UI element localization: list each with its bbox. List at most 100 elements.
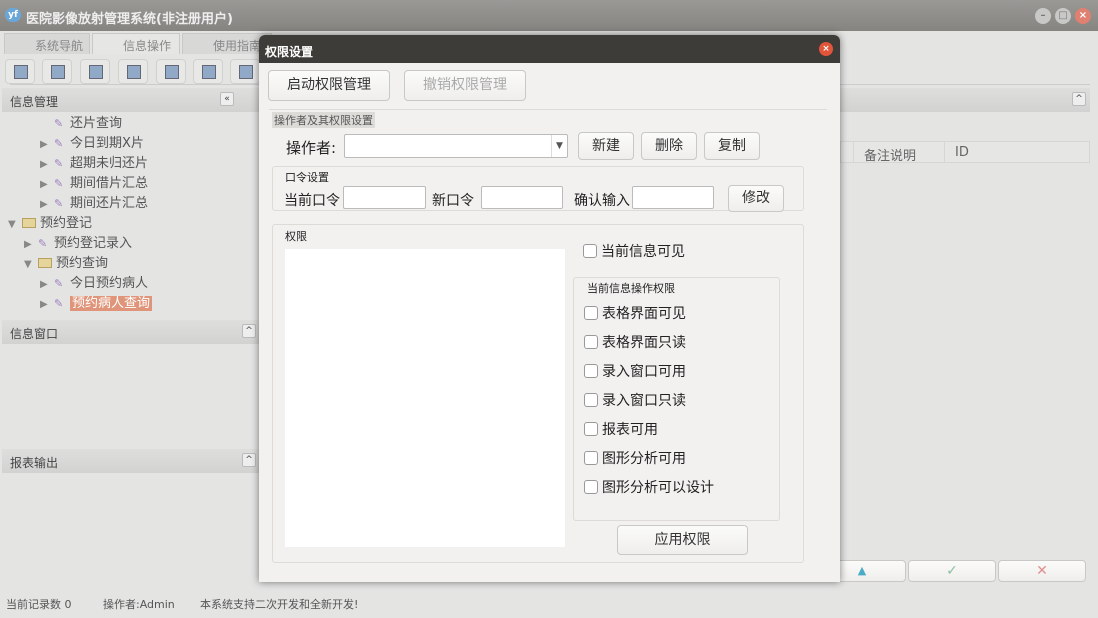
operator-group-label: 操作者及其权限设置 <box>272 112 375 128</box>
checkbox-box <box>584 422 598 436</box>
search-tool-button[interactable] <box>5 59 35 84</box>
revoke-permission-button[interactable]: 撤销权限管理 <box>404 70 526 101</box>
checkbox-box <box>584 451 598 465</box>
expand-right-icon[interactable]: ▶ <box>40 139 54 150</box>
tree-item-label: 今日预约病人 <box>70 276 149 291</box>
chevron-down-icon[interactable]: ▼ <box>551 135 567 157</box>
tree-item[interactable]: ▶ ✎ 期间还片汇总 <box>8 192 260 212</box>
tree-item[interactable]: ✎ 还片查询 <box>8 112 260 132</box>
checkbox-box <box>584 480 598 494</box>
permission-dialog: 权限设置 × 启动权限管理 撤销权限管理 操作者及其权限设置 操作者: ▼ 新建 … <box>259 35 840 582</box>
tab-system-nav[interactable]: 系统导航 <box>4 33 90 54</box>
op-permission-checkbox[interactable]: 录入窗口只读 <box>584 390 714 419</box>
tree-item-label: 预约查询 <box>56 256 109 271</box>
minimize-button[interactable]: – <box>1035 8 1051 24</box>
confirm-password-label: 确认输入 <box>574 193 630 209</box>
op-permission-checkbox[interactable]: 报表可用 <box>584 419 714 448</box>
cancel-button[interactable]: ✕ <box>998 560 1086 582</box>
tree-item[interactable]: ▶ ✎ 期间借片汇总 <box>8 172 260 192</box>
current-info-visible-checkbox[interactable]: 当前信息可见 <box>583 241 685 261</box>
export-tool-button[interactable] <box>193 59 223 84</box>
tool-icon: ✎ <box>54 117 64 130</box>
app-logo-icon: yf <box>5 8 21 22</box>
checkbox-box <box>583 244 597 258</box>
tree-item[interactable]: ▶ ✎ 预约登记录入 <box>8 232 260 252</box>
apply-permission-button[interactable]: 应用权限 <box>617 525 748 555</box>
tree-item[interactable]: ▶ ✎ 预约病人查询 <box>8 292 260 312</box>
expand-down-icon[interactable]: ▼ <box>8 219 22 230</box>
record-count: 当前记录数 0 <box>6 598 72 611</box>
delete-operator-button[interactable]: 删除 <box>641 132 697 160</box>
expand-right-icon[interactable]: ▶ <box>40 179 54 190</box>
tree-item-label: 期间还片汇总 <box>70 196 149 211</box>
column-id[interactable]: ID <box>955 145 969 160</box>
tab-label: 信息操作 <box>123 39 172 53</box>
expand-down-icon[interactable]: ▼ <box>24 259 38 270</box>
collapse-icon[interactable]: ^ <box>242 324 256 338</box>
collapse-left-icon[interactable]: « <box>220 92 234 106</box>
copy-operator-button[interactable]: 复制 <box>704 132 760 160</box>
search-icon <box>14 65 28 79</box>
permission-list[interactable] <box>285 249 565 547</box>
dialog-close-button[interactable]: × <box>819 42 833 56</box>
checkbox-label: 当前信息可见 <box>601 244 685 260</box>
current-password-input[interactable] <box>343 186 426 209</box>
op-permission-checkbox[interactable]: 图形分析可以设计 <box>584 477 714 506</box>
tree-item[interactable]: ▼ 预约登记 <box>8 212 260 232</box>
current-password-label: 当前口令 <box>284 193 340 209</box>
new-operator-button[interactable]: 新建 <box>578 132 634 160</box>
dialog-title-bar: 权限设置 × <box>259 35 840 63</box>
op-permission-checkbox[interactable]: 图形分析可用 <box>584 448 714 477</box>
checkbox-label: 图形分析可以设计 <box>602 480 714 496</box>
expand-right-icon[interactable]: ▶ <box>40 299 54 310</box>
confirm-button[interactable]: ✓ <box>908 560 996 582</box>
folder-icon <box>22 218 36 228</box>
checkbox-label: 录入窗口只读 <box>602 393 686 409</box>
ops-checkbox-list: 表格界面可见 表格界面只读 录入窗口可用录入窗口只读 报表可用图形分析可用图形分析可以… <box>584 303 714 506</box>
confirm-password-input[interactable] <box>632 186 714 209</box>
expand-right-icon[interactable]: ▶ <box>40 199 54 210</box>
checkbox-box <box>584 335 598 349</box>
collapse-icon[interactable]: ^ <box>242 453 256 467</box>
panel-header-report: 报表输出 ^ <box>2 449 260 473</box>
title-bar: yf 医院影像放射管理系统(非注册用户) – □ × <box>0 0 1098 31</box>
tab-info-ops[interactable]: 信息操作 <box>92 33 180 54</box>
checkbox-label: 图形分析可用 <box>602 451 686 467</box>
op-permission-checkbox[interactable]: 表格界面只读 <box>584 332 714 361</box>
column-remark[interactable]: 备注说明 <box>853 142 945 164</box>
document-icon <box>89 65 103 79</box>
new-password-input[interactable] <box>481 186 563 209</box>
panel-header-info-window: 信息窗口 ^ <box>2 320 260 344</box>
monitor-tool-button[interactable] <box>156 59 186 84</box>
print-tool-button[interactable] <box>230 59 260 84</box>
tool-icon: ✎ <box>54 297 64 310</box>
expand-right-icon[interactable]: ▶ <box>40 279 54 290</box>
tree-item[interactable]: ▶ ✎ 今日到期X片 <box>8 132 260 152</box>
expand-right-icon[interactable]: ▶ <box>24 239 38 250</box>
list-tool-button[interactable] <box>42 59 72 84</box>
user-tool-button[interactable] <box>118 59 148 84</box>
modify-password-button[interactable]: 修改 <box>728 185 784 212</box>
tree-item-label: 预约登记 <box>40 216 93 231</box>
document-tool-button[interactable] <box>80 59 110 84</box>
tree-item-label: 超期未归还片 <box>70 156 149 171</box>
status-note: 本系统支持二次开发和全新开发! <box>200 598 359 611</box>
start-permission-button[interactable]: 启动权限管理 <box>268 70 390 101</box>
maximize-button[interactable]: □ <box>1055 8 1071 24</box>
close-button[interactable]: × <box>1075 8 1091 24</box>
operator-select[interactable]: ▼ <box>344 134 568 158</box>
checkbox-label: 报表可用 <box>602 422 658 438</box>
tool-icon: ✎ <box>54 177 64 190</box>
op-permission-checkbox[interactable]: 录入窗口可用 <box>584 361 714 390</box>
tree-item[interactable]: ▼ 预约查询 <box>8 252 260 272</box>
tree-item[interactable]: ▶ ✎ 超期未归还片 <box>8 152 260 172</box>
collapse-icon[interactable]: ^ <box>1072 92 1086 106</box>
op-permission-checkbox[interactable]: 表格界面可见 <box>584 303 714 332</box>
expand-right-icon[interactable]: ▶ <box>40 159 54 170</box>
dialog-title: 权限设置 <box>265 45 314 59</box>
tree-item[interactable]: ▶ ✎ 今日预约病人 <box>8 272 260 292</box>
window-title: 医院影像放射管理系统(非注册用户) <box>26 12 233 27</box>
operator-label: 操作者: <box>286 139 337 157</box>
operator-status: 操作者:Admin <box>103 598 175 611</box>
monitor-icon <box>165 65 179 79</box>
